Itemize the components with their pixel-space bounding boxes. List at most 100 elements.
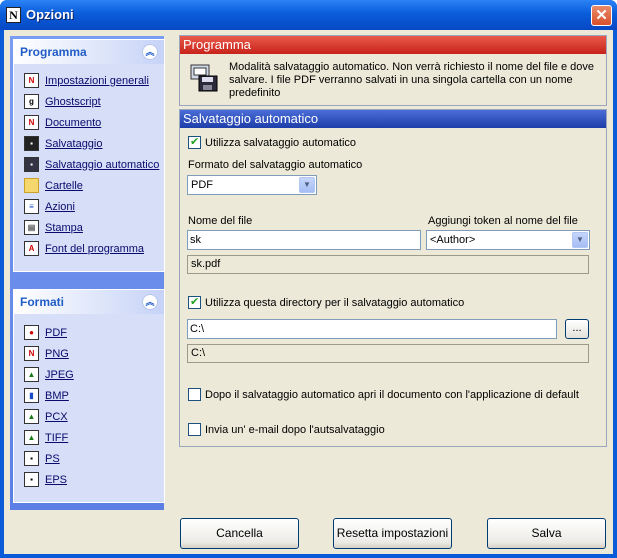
- checkbox-unchecked-icon[interactable]: [188, 388, 201, 401]
- programma-section-title: Programma: [180, 36, 606, 54]
- filename-preview-text: sk.pdf: [191, 258, 221, 270]
- floppy-disk-icon: ▪: [24, 136, 39, 151]
- checkbox-unchecked-icon[interactable]: [188, 423, 201, 436]
- programma-panel-title: Programma: [20, 45, 87, 59]
- dialog-client: Programma ︽ N Impostazioni generali g Gh…: [4, 30, 613, 554]
- filename-label: Nome del file: [188, 215, 253, 227]
- sidebar-item-jpeg[interactable]: ▲ JPEG: [24, 364, 164, 385]
- printer-icon: ▤: [24, 220, 39, 235]
- checkbox-checked-icon[interactable]: [188, 295, 201, 309]
- sidebar-item-azioni[interactable]: ≡ Azioni: [24, 196, 164, 217]
- sidebar-item-label: PDF: [45, 326, 67, 339]
- ps-file-icon: ▪: [24, 451, 39, 466]
- formati-panel: Formati ︽ ● PDF N PNG ▲ JPEG ▮ BMP ▲ PCX…: [13, 289, 165, 503]
- title-bar[interactable]: N Opzioni ✕: [0, 0, 617, 30]
- sidebar-item-tiff[interactable]: ▲ TIFF: [24, 427, 164, 448]
- sidebar-item-label: Cartelle: [45, 179, 83, 192]
- format-value: PDF: [191, 179, 213, 191]
- sidebar: Programma ︽ N Impostazioni generali g Gh…: [10, 36, 165, 510]
- bmp-file-icon: ▮: [24, 388, 39, 403]
- sidebar-item-label: PCX: [45, 410, 68, 423]
- filename-input[interactable]: sk: [187, 230, 421, 250]
- programma-description: Modalità salvataggio automatico. Non ver…: [229, 61, 595, 99]
- programma-section: Programma Modalità salvataggio automatic…: [179, 35, 607, 106]
- directory-preview-text: C:\: [191, 347, 206, 359]
- sidebar-item-ps[interactable]: ▪ PS: [24, 448, 164, 469]
- sidebar-item-font-del-programma[interactable]: A Font del programma: [24, 238, 164, 259]
- directory-input[interactable]: C:\: [187, 319, 557, 339]
- token-label: Aggiungi token al nome del file: [428, 215, 578, 227]
- sidebar-item-impostazioni-generali[interactable]: N Impostazioni generali: [24, 70, 164, 91]
- png-file-icon: N: [24, 346, 39, 361]
- open-after-save-checkbox[interactable]: Dopo il salvataggio automatico apri il d…: [188, 388, 579, 401]
- document-icon: N: [24, 115, 39, 130]
- sidebar-item-png[interactable]: N PNG: [24, 343, 164, 364]
- sidebar-item-label: Impostazioni generali: [45, 74, 149, 87]
- sidebar-item-label: PS: [45, 452, 60, 465]
- directory-preview: C:\: [187, 344, 589, 363]
- sidebar-item-stampa[interactable]: ▤ Stampa: [24, 217, 164, 238]
- chevron-down-icon[interactable]: ▼: [572, 232, 588, 248]
- reset-settings-button[interactable]: Resetta impostazioni: [333, 518, 452, 549]
- ghostscript-icon: g: [24, 94, 39, 109]
- settings-document-icon: N: [24, 73, 39, 88]
- eps-file-icon: ▪: [24, 472, 39, 487]
- use-directory-checkbox[interactable]: Utilizza questa directory per il salvata…: [188, 295, 465, 309]
- use-autosave-label: Utilizza salvataggio automatico: [205, 136, 357, 149]
- sidebar-item-label: Font del programma: [45, 242, 145, 255]
- send-email-checkbox[interactable]: Invia un' e-mail dopo l'autsalvataggio: [188, 423, 385, 436]
- actions-icon: ≡: [24, 199, 39, 214]
- use-directory-label: Utilizza questa directory per il salvata…: [205, 296, 465, 309]
- window-title: Opzioni: [26, 7, 74, 22]
- send-email-label: Invia un' e-mail dopo l'autsalvataggio: [205, 423, 385, 436]
- sidebar-item-label: PNG: [45, 347, 69, 360]
- filename-preview: sk.pdf: [187, 255, 589, 274]
- app-icon: N: [6, 7, 21, 23]
- close-button[interactable]: ✕: [591, 5, 612, 26]
- save-button[interactable]: Salva: [487, 518, 606, 549]
- sidebar-item-label: TIFF: [45, 431, 69, 444]
- autosave-section-title: Salvataggio automatico: [180, 110, 606, 128]
- checkbox-checked-icon[interactable]: [188, 135, 201, 149]
- format-label: Formato del salvataggio automatico: [188, 159, 363, 171]
- sidebar-item-label: Salvataggio automatico: [45, 158, 160, 171]
- browse-button[interactable]: ...: [565, 319, 589, 339]
- pdf-file-icon: ●: [24, 325, 39, 340]
- sidebar-item-bmp[interactable]: ▮ BMP: [24, 385, 164, 406]
- filename-value: sk: [190, 234, 201, 246]
- sidebar-item-documento[interactable]: N Documento: [24, 112, 164, 133]
- options-window: N Opzioni ✕ Programma ︽ N Impostazioni g…: [0, 0, 617, 558]
- collapse-icon[interactable]: ︽: [142, 294, 158, 310]
- autosave-icon: [189, 63, 219, 93]
- font-icon: A: [24, 241, 39, 256]
- sidebar-item-pdf[interactable]: ● PDF: [24, 322, 164, 343]
- cancel-button-label: Cancella: [216, 526, 263, 540]
- programma-panel-header[interactable]: Programma ︽: [14, 40, 164, 64]
- use-autosave-checkbox[interactable]: Utilizza salvataggio automatico: [188, 135, 357, 149]
- formati-panel-title: Formati: [20, 295, 65, 309]
- sidebar-item-label: Salvataggio: [45, 137, 103, 150]
- formati-panel-header[interactable]: Formati ︽: [14, 290, 164, 314]
- chevron-down-icon[interactable]: ▼: [299, 177, 315, 193]
- sidebar-item-ghostscript[interactable]: g Ghostscript: [24, 91, 164, 112]
- pcx-file-icon: ▲: [24, 409, 39, 424]
- sidebar-item-label: Azioni: [45, 200, 75, 213]
- autosave-icon: ▪: [24, 157, 39, 172]
- programma-list: N Impostazioni generali g Ghostscript N …: [14, 64, 164, 263]
- token-select[interactable]: <Author> ▼: [426, 230, 590, 250]
- directory-value: C:\: [190, 323, 205, 335]
- collapse-icon[interactable]: ︽: [142, 44, 158, 60]
- sidebar-item-cartelle[interactable]: Cartelle: [24, 175, 164, 196]
- sidebar-item-pcx[interactable]: ▲ PCX: [24, 406, 164, 427]
- sidebar-item-eps[interactable]: ▪ EPS: [24, 469, 164, 490]
- sidebar-item-label: Ghostscript: [45, 95, 101, 108]
- save-button-label: Salva: [531, 526, 562, 540]
- format-select[interactable]: PDF ▼: [187, 175, 317, 195]
- cancel-button[interactable]: Cancella: [180, 518, 299, 549]
- programma-panel: Programma ︽ N Impostazioni generali g Gh…: [13, 39, 165, 272]
- reset-settings-button-label: Resetta impostazioni: [336, 526, 449, 540]
- close-icon: ✕: [595, 7, 608, 24]
- sidebar-item-salvataggio-automatico[interactable]: ▪ Salvataggio automatico: [24, 154, 164, 175]
- sidebar-item-salvataggio[interactable]: ▪ Salvataggio: [24, 133, 164, 154]
- formati-list: ● PDF N PNG ▲ JPEG ▮ BMP ▲ PCX ▲ TIFF ▪ …: [14, 314, 164, 494]
